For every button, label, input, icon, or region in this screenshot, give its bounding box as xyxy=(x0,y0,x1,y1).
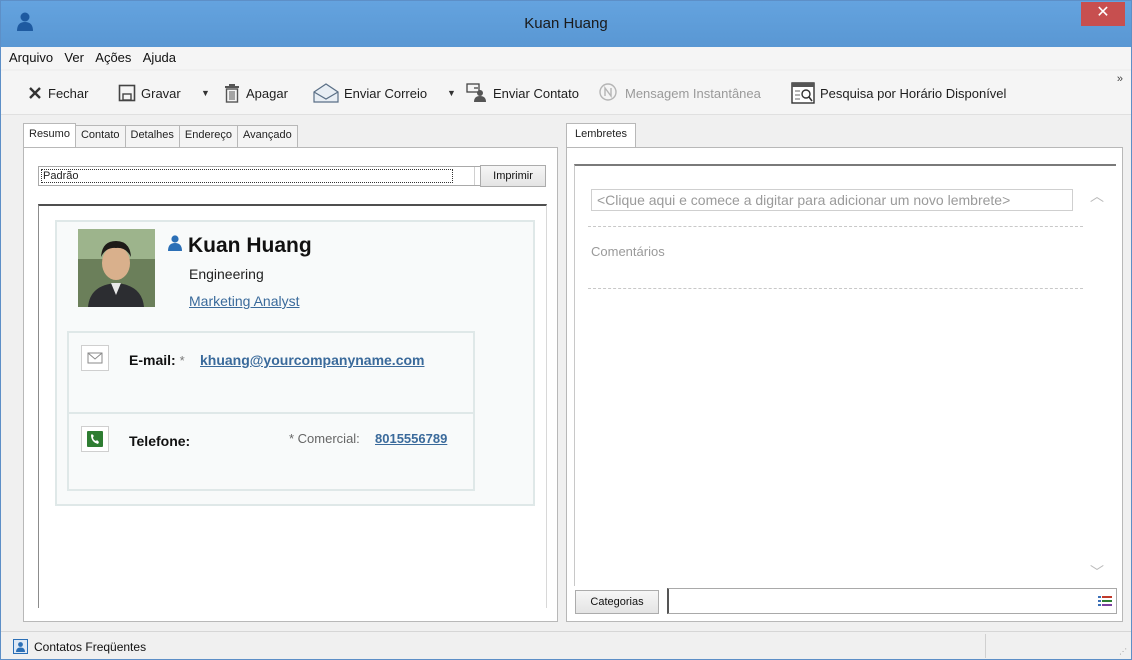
phone-icon xyxy=(81,426,109,452)
frequent-contacts-icon[interactable] xyxy=(13,639,28,654)
divider xyxy=(588,226,1083,227)
view-select[interactable]: Padrão ﹀ xyxy=(38,166,501,186)
comments-label[interactable]: Comentários xyxy=(591,244,665,259)
email-star: * xyxy=(179,353,185,368)
send-mail-button-label: Enviar Correio xyxy=(344,85,428,101)
contact-person-icon xyxy=(168,235,182,251)
scroll-down-chevron-icon[interactable]: ﹀ xyxy=(1090,562,1104,582)
instant-message-icon xyxy=(599,83,617,101)
email-envelope-icon xyxy=(81,345,109,371)
calendar-search-icon xyxy=(791,82,815,104)
categories-field[interactable] xyxy=(667,588,1117,614)
status-separator xyxy=(985,634,986,658)
status-bar: Contatos Freqüentes ⋰ xyxy=(1,631,1131,659)
email-label-text: E-mail: xyxy=(129,352,176,368)
view-select-value: Padrão xyxy=(41,169,453,183)
left-tab-strip: Resumo Contato Detalhes Endereço Avançad… xyxy=(23,123,298,147)
contact-photo xyxy=(78,229,155,307)
close-button-label: Fechar xyxy=(48,85,89,101)
divider xyxy=(588,288,1083,289)
phone-type-label: * Comercial: xyxy=(289,431,360,446)
tab-detalhes[interactable]: Detalhes xyxy=(124,125,180,147)
close-window-button[interactable]: ✕ xyxy=(1081,2,1125,26)
window-title: Kuan Huang xyxy=(524,15,608,32)
phone-label: Telefone: xyxy=(129,433,191,449)
toolbar-overflow-icon[interactable]: » xyxy=(1117,73,1123,85)
tab-lembretes[interactable]: Lembretes xyxy=(566,123,636,147)
menu-ajuda[interactable]: Ajuda xyxy=(139,47,180,68)
notes-area[interactable]: <Clique aqui e comece a digitar para adi… xyxy=(574,164,1116,586)
resize-grip-icon[interactable]: ⋰ xyxy=(1119,647,1127,656)
send-mail-button[interactable]: Enviar Correio xyxy=(313,82,427,104)
contact-info-box: E-mail: * khuang@yourcompanyname.com Tel… xyxy=(67,331,475,491)
phone-link[interactable]: 8015556789 xyxy=(375,431,447,446)
email-link[interactable]: khuang@yourcompanyname.com xyxy=(200,352,424,368)
reminders-panel: <Clique aqui e comece a digitar para adi… xyxy=(566,147,1123,622)
contact-job-title-link[interactable]: Marketing Analyst xyxy=(189,293,300,309)
contact-photo-image xyxy=(78,229,155,307)
scroll-up-chevron-icon[interactable]: ︿ xyxy=(1090,186,1104,206)
delete-button[interactable]: Apagar xyxy=(223,82,288,104)
tab-resumo[interactable]: Resumo xyxy=(23,123,76,147)
send-contact-button-label: Enviar Contato xyxy=(493,85,579,101)
menu-ver[interactable]: Ver xyxy=(60,47,88,68)
categories-button[interactable]: Categorias xyxy=(575,590,659,614)
tab-contato[interactable]: Contato xyxy=(74,125,126,147)
title-bar[interactable]: Kuan Huang ✕ xyxy=(1,1,1131,47)
send-contact-button[interactable]: Enviar Contato xyxy=(466,82,579,104)
close-x-icon xyxy=(29,87,41,99)
contact-name: Kuan Huang xyxy=(188,234,312,257)
email-row: E-mail: * khuang@yourcompanyname.com xyxy=(69,333,473,411)
free-busy-search-label: Pesquisa por Horário Disponível xyxy=(820,85,1007,101)
close-button[interactable]: Fechar xyxy=(27,82,88,104)
menu-bar: Arquivo Ver Ações Ajuda xyxy=(1,47,1131,69)
business-card-frame: Kuan Huang Engineering Marketing Analyst… xyxy=(38,204,547,608)
free-busy-search-button[interactable]: Pesquisa por Horário Disponível xyxy=(791,82,1006,104)
save-button[interactable]: Gravar xyxy=(118,82,181,104)
email-label: E-mail: * xyxy=(129,352,185,368)
save-disk-icon xyxy=(118,84,136,102)
instant-message-button-label: Mensagem Instantânea xyxy=(625,85,761,101)
menu-arquivo[interactable]: Arquivo xyxy=(5,47,57,68)
tab-avancado[interactable]: Avançado xyxy=(237,125,298,147)
contact-department: Engineering xyxy=(189,266,264,282)
new-reminder-input[interactable]: <Clique aqui e comece a digitar para adi… xyxy=(591,189,1073,211)
instant-message-button[interactable]: Mensagem Instantânea xyxy=(598,82,761,104)
contact-window: Kuan Huang ✕ Arquivo Ver Ações Ajuda Fec… xyxy=(0,0,1132,660)
delete-button-label: Apagar xyxy=(246,85,288,101)
right-tab-strip: Lembretes xyxy=(566,123,636,147)
frequent-contacts-label[interactable]: Contatos Freqüentes xyxy=(34,640,146,654)
phone-row: Telefone: * Comercial: 8015556789 xyxy=(69,412,473,490)
print-button[interactable]: Imprimir xyxy=(480,165,546,187)
business-card: Kuan Huang Engineering Marketing Analyst… xyxy=(55,220,535,506)
save-dropdown-arrow-icon[interactable]: ▼ xyxy=(201,88,210,98)
summary-panel: Padrão ﹀ Imprimir xyxy=(23,147,558,622)
trash-icon xyxy=(225,84,239,103)
save-button-label: Gravar xyxy=(141,85,181,101)
category-list-icon[interactable] xyxy=(1098,595,1112,607)
menu-acoes[interactable]: Ações xyxy=(91,47,135,68)
send-contact-icon xyxy=(466,83,486,102)
toolbar: Fechar Gravar ▼ Apagar Enviar Correio ▼ … xyxy=(1,71,1131,115)
tab-endereco[interactable]: Endereço xyxy=(178,125,239,147)
envelope-open-icon xyxy=(313,83,339,103)
send-mail-dropdown-arrow-icon[interactable]: ▼ xyxy=(447,88,456,98)
